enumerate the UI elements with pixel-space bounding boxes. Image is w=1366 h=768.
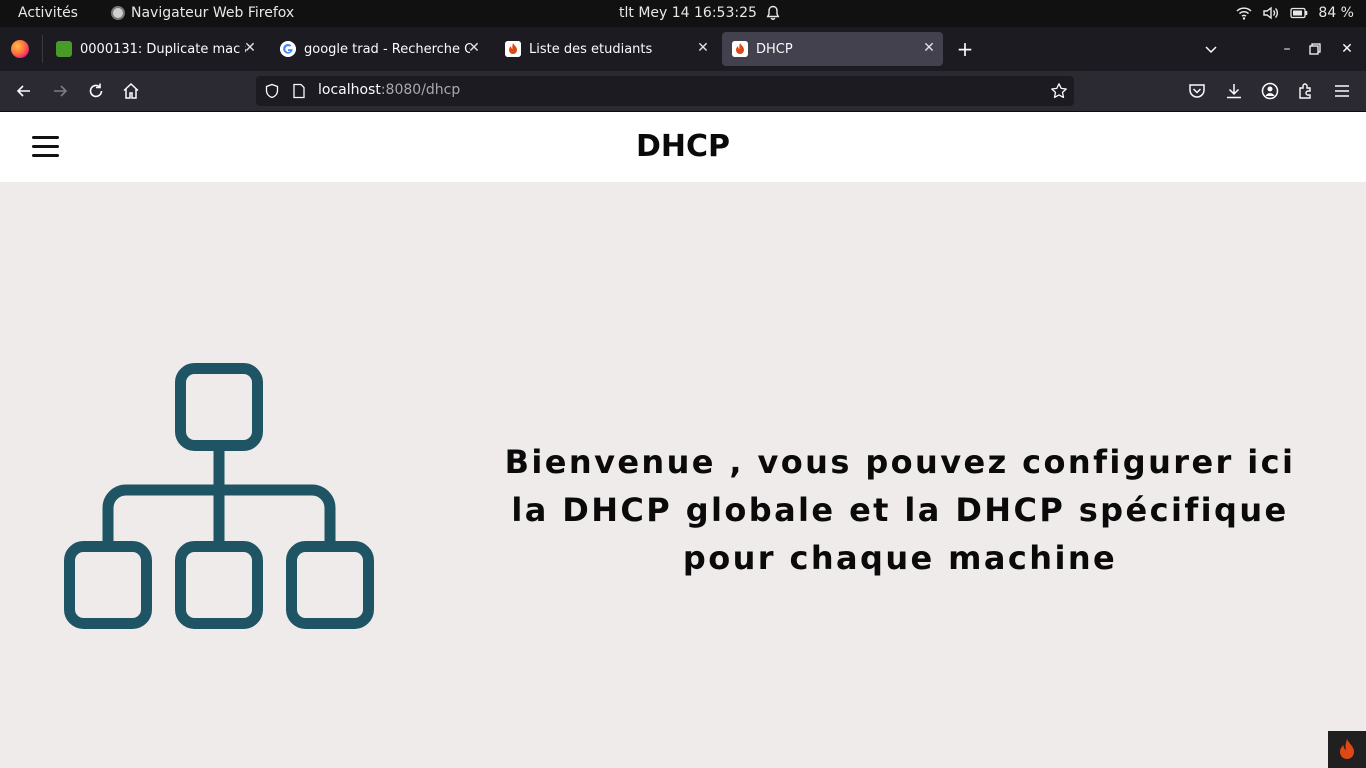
page-header: DHCP <box>0 112 1366 182</box>
url-text[interactable]: localhost:8080/dhcp <box>318 82 460 98</box>
notification-bell-icon[interactable] <box>765 5 781 21</box>
shield-icon[interactable] <box>264 83 280 99</box>
activities-button[interactable]: Activités <box>18 5 78 21</box>
chevron-down-icon[interactable] <box>1203 41 1219 57</box>
network-hierarchy-icon <box>64 363 374 629</box>
back-icon[interactable] <box>14 81 34 101</box>
pocket-icon[interactable] <box>1187 81 1207 101</box>
reload-icon[interactable] <box>86 81 106 101</box>
close-tab-icon[interactable]: ✕ <box>921 40 937 56</box>
navigation-toolbar: localhost:8080/dhcp <box>0 71 1366 111</box>
wifi-icon <box>1236 7 1252 20</box>
account-icon[interactable] <box>1260 81 1280 101</box>
minimize-icon[interactable]: – <box>1277 39 1297 59</box>
codeigniter-icon <box>732 41 748 57</box>
url-path: :8080/dhcp <box>380 82 461 98</box>
close-tab-icon[interactable]: ✕ <box>242 40 258 56</box>
system-top-bar: Activités Navigateur Web Firefox tlt Mey… <box>0 0 1366 27</box>
menu-icon[interactable] <box>1332 81 1352 101</box>
page-title: DHCP <box>635 129 730 164</box>
codeigniter-flame-icon <box>1340 739 1354 759</box>
app-menu[interactable]: Navigateur Web Firefox <box>111 5 294 21</box>
restore-icon[interactable] <box>1306 40 1324 58</box>
clock[interactable]: tlt Mey 14 16:53:25 <box>619 5 757 21</box>
app-name-label: Navigateur Web Firefox <box>131 5 295 21</box>
tab-title: 0000131: Duplicate mac ad <box>80 41 246 57</box>
forward-icon[interactable] <box>50 81 70 101</box>
google-icon <box>280 41 296 57</box>
tab-title: google trad - Recherche Go <box>304 41 470 57</box>
close-window-icon[interactable]: ✕ <box>1337 39 1357 59</box>
extensions-icon[interactable] <box>1296 81 1316 101</box>
tab-title: DHCP <box>756 41 793 57</box>
new-tab-icon[interactable]: + <box>955 39 975 59</box>
firefox-mini-icon <box>111 6 125 20</box>
page-icon[interactable] <box>292 83 306 99</box>
tab-google[interactable]: google trad - Recherche Go ✕ <box>270 32 488 66</box>
bug-tracker-icon <box>56 41 72 57</box>
tab-separator <box>42 35 43 63</box>
debug-toolbar-button[interactable] <box>1328 731 1366 768</box>
close-tab-icon[interactable]: ✕ <box>466 40 482 56</box>
tab-title: Liste des etudiants <box>529 41 653 57</box>
home-icon[interactable] <box>121 81 141 101</box>
volume-icon <box>1263 6 1279 20</box>
system-tray[interactable]: 84 % <box>1236 5 1354 21</box>
welcome-message: Bienvenue , vous pouvez configurer ici l… <box>504 443 1296 577</box>
url-host: localhost <box>318 82 381 98</box>
main-content: Bienvenue , vous pouvez configurer ici l… <box>0 182 1366 768</box>
downloads-icon[interactable] <box>1224 81 1244 101</box>
close-tab-icon[interactable]: ✕ <box>695 40 711 56</box>
tab-dhcp[interactable]: DHCP ✕ <box>722 32 943 66</box>
url-bar[interactable]: localhost:8080/dhcp <box>256 76 1074 106</box>
battery-percent: 84 % <box>1318 5 1354 21</box>
tab-strip: 0000131: Duplicate mac ad ✕ google trad … <box>0 27 1366 71</box>
tab-mantis[interactable]: 0000131: Duplicate mac ad ✕ <box>46 32 264 66</box>
firefox-view-icon[interactable] <box>11 40 29 58</box>
codeigniter-icon <box>505 41 521 57</box>
tab-liste-etudiants[interactable]: Liste des etudiants ✕ <box>495 32 717 66</box>
battery-icon <box>1290 7 1308 19</box>
bookmark-star-icon[interactable] <box>1050 82 1068 100</box>
